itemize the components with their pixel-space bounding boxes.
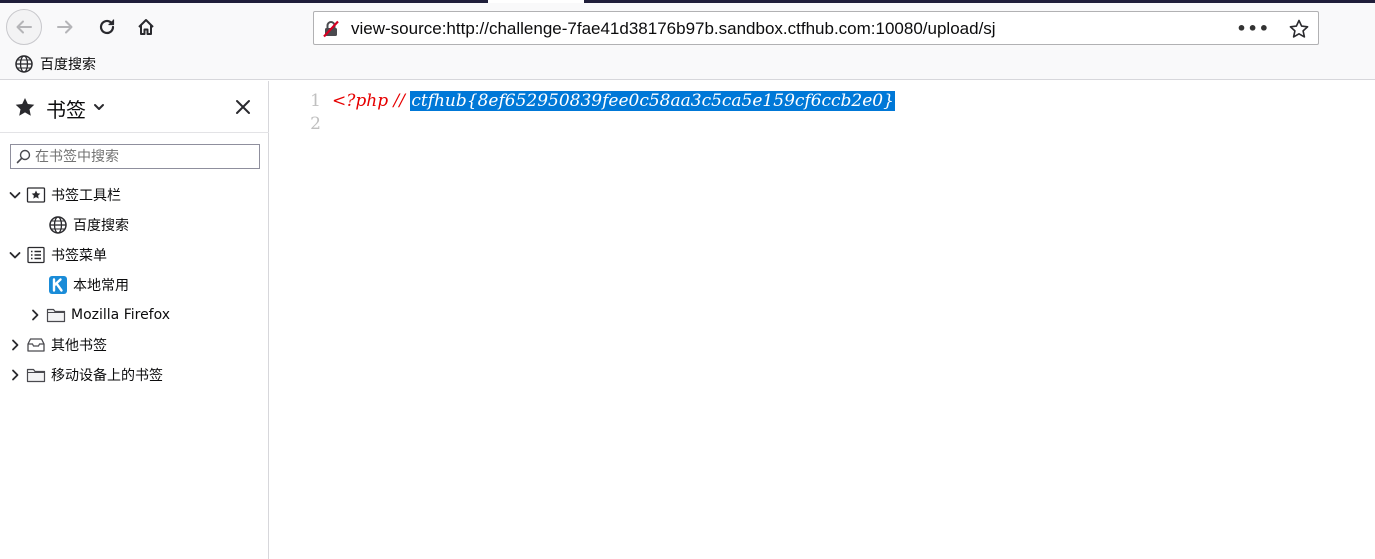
sidebar-header: 书签 — [0, 81, 269, 133]
reload-icon — [99, 19, 115, 35]
back-button[interactable] — [6, 9, 42, 45]
tree-item-bookmarks-toolbar[interactable]: 书签工具栏 — [8, 180, 121, 210]
reload-button[interactable] — [90, 10, 124, 44]
chevron-right-icon[interactable] — [8, 368, 22, 382]
arrow-left-icon — [16, 20, 32, 34]
tree-item-mozilla-firefox[interactable]: Mozilla Firefox — [28, 300, 170, 330]
tree-item-label: 书签菜单 — [51, 248, 107, 264]
chevron-right-icon[interactable] — [8, 338, 22, 352]
star-filled-icon — [15, 98, 35, 116]
sidebar-title[interactable]: 书签 — [46, 94, 86, 123]
tree-item-label: Mozilla Firefox — [71, 307, 171, 323]
bookmark-baidu[interactable]: 百度搜索 — [14, 54, 96, 74]
tree-item-label: 书签工具栏 — [51, 188, 121, 204]
page-actions-button[interactable]: ••• — [1236, 19, 1270, 38]
folder-icon — [26, 368, 46, 383]
arrow-right-icon — [57, 20, 73, 34]
tree-item-other-bookmarks[interactable]: 其他书签 — [8, 330, 107, 360]
chevron-down-icon[interactable] — [93, 101, 105, 113]
source-view: 1 <?php // ctfhub{8ef652950839fee0c58aa3… — [270, 81, 1375, 559]
search-input[interactable] — [35, 147, 255, 166]
globe-icon — [15, 55, 33, 73]
close-icon[interactable] — [233, 97, 253, 117]
tree-item-local-common[interactable]: 本地常用 — [48, 270, 129, 300]
bookmarks-toolbar: 百度搜索 — [0, 50, 1375, 80]
tree-item-label: 其他书签 — [51, 338, 107, 354]
other-bookmarks-icon — [27, 338, 45, 352]
line-number: 2 — [310, 114, 321, 134]
search-icon — [16, 149, 31, 164]
star-outline-icon[interactable] — [1288, 18, 1310, 40]
forward-button[interactable] — [48, 10, 82, 44]
chevron-right-icon[interactable] — [28, 308, 42, 322]
tree-item-mobile-bookmarks[interactable]: 移动设备上的书签 — [8, 360, 163, 390]
tree-item-label: 移动设备上的书签 — [51, 368, 163, 384]
tree-item-bookmarks-menu[interactable]: 书签菜单 — [8, 240, 107, 270]
chevron-down-icon[interactable] — [8, 188, 22, 202]
tree-item-baidu[interactable]: 百度搜索 — [48, 210, 129, 240]
home-button[interactable] — [129, 10, 163, 44]
bookmark-menu-icon — [27, 246, 45, 264]
bookmark-toolbar-icon — [26, 187, 46, 203]
folder-icon — [46, 308, 66, 323]
insecure-connection-icon[interactable] — [322, 20, 340, 38]
code-prefix: <?php // — [332, 91, 411, 111]
line-code[interactable]: <?php // ctfhub{8ef652950839fee0c58aa3c5… — [332, 91, 895, 111]
tree-item-label: 百度搜索 — [73, 218, 129, 234]
chevron-down-icon[interactable] — [8, 248, 22, 262]
bookmark-search-field[interactable] — [10, 144, 260, 169]
globe-icon — [49, 216, 67, 234]
tree-item-label: 本地常用 — [73, 278, 129, 294]
home-icon — [138, 19, 154, 35]
selected-flag-text[interactable]: ctfhub{8ef652950839fee0c58aa3c5ca5e159cf… — [410, 91, 895, 111]
k-app-icon — [49, 276, 67, 294]
navigation-toolbar: view-source:http://challenge-7fae41d3817… — [0, 3, 1375, 50]
bookmarks-sidebar: 书签 书签工具栏 百度搜索 书签菜单 本地常用 Mozilla Firefox … — [0, 81, 269, 559]
url-text[interactable]: view-source:http://challenge-7fae41d3817… — [351, 19, 996, 39]
url-bar[interactable]: view-source:http://challenge-7fae41d3817… — [313, 11, 1319, 45]
bookmark-label: 百度搜索 — [40, 57, 96, 73]
line-number: 1 — [310, 91, 321, 111]
